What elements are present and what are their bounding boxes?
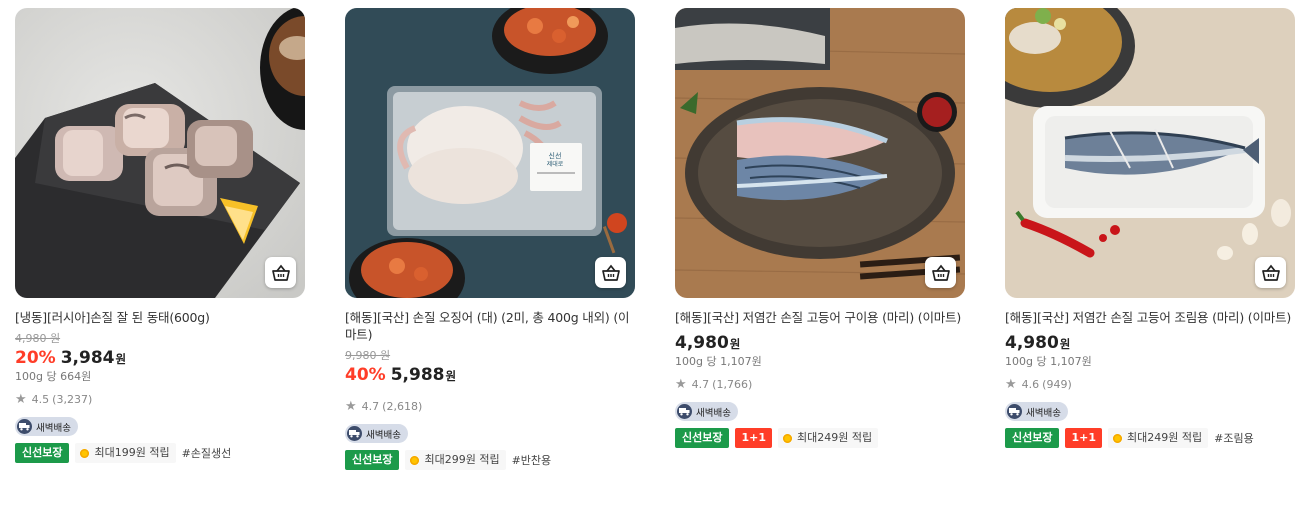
unit-price: 100g 당 664원 [15, 370, 92, 383]
basket-icon [601, 264, 620, 281]
sale-price: 3,984 [60, 348, 115, 368]
rating: ★ 4.7 (2,618) [345, 398, 635, 414]
fresh-guarantee-badge: 신선보장 [1005, 428, 1060, 448]
dawn-delivery-badge: 새벽배송 [15, 417, 78, 436]
product-title[interactable]: [냉동][러시아]손질 잘 된 동태(600g) [15, 309, 305, 326]
badge-row: 신선보장 최대299원 적립 #반찬용 [345, 450, 635, 470]
dawn-delivery-badge: 새벽배송 [675, 402, 738, 421]
currency-label: 원 [445, 369, 457, 383]
original-price: 4,980 원 [15, 332, 61, 345]
points-label: 최대199원 적립 [94, 446, 170, 459]
truck-icon [677, 404, 692, 419]
discount-rate: 20% [15, 348, 56, 368]
badge-row: 신선보장 1+1 최대249원 적립 #조림용 [1005, 428, 1295, 448]
points-label: 최대299원 적립 [424, 453, 500, 466]
one-plus-one-badge: 1+1 [735, 428, 773, 448]
unit-price: 100g 당 1,107원 [1005, 355, 1092, 368]
review-count: (2,618) [382, 400, 423, 413]
rating-score: 4.7 [361, 400, 380, 413]
price-row: 4,980 원 [675, 332, 965, 355]
rating: ★ 4.6 (949) [1005, 376, 1295, 392]
delivery-label: 새벽배송 [366, 429, 401, 441]
basket-icon [1261, 264, 1280, 281]
review-count: (949) [1042, 378, 1072, 391]
product-photo-mackerel-grill [675, 8, 965, 298]
coin-icon [410, 455, 420, 465]
basket-icon [931, 264, 950, 281]
dawn-delivery-badge: 새벽배송 [345, 424, 408, 443]
star-icon: ★ [345, 398, 357, 414]
product-image[interactable]: 신선 제대로 [345, 8, 635, 298]
price-row: 4,980 원 [1005, 332, 1295, 355]
points-label: 최대249원 적립 [797, 431, 873, 444]
coin-icon [80, 448, 90, 458]
fresh-guarantee-badge: 신선보장 [345, 450, 400, 470]
add-to-cart-button[interactable] [1255, 257, 1286, 288]
price-row: 20% 3,984 원 [15, 347, 305, 370]
product-title[interactable]: [해동][국산] 저염간 손질 고등어 구이용 (마리) (이마트) [675, 309, 965, 326]
product-card[interactable]: 신선 제대로 [해동][국산] 손질 오징어 (대) (2미, 총 400g 내… [345, 8, 635, 470]
points-badge: 최대249원 적립 [778, 428, 879, 448]
coin-icon [1113, 433, 1123, 443]
product-title[interactable]: [해동][국산] 손질 오징어 (대) (2미, 총 400g 내외) (이마트… [345, 309, 635, 343]
product-photo-squid: 신선 제대로 [345, 8, 635, 298]
fresh-guarantee-badge: 신선보장 [15, 443, 70, 463]
points-badge: 최대249원 적립 [1108, 428, 1209, 448]
product-photo-pollock [15, 8, 305, 298]
points-badge: 최대299원 적립 [405, 450, 506, 470]
discount-rate: 40% [345, 365, 386, 385]
basket-icon [271, 264, 290, 281]
sale-price: 4,980 [675, 333, 729, 353]
dawn-delivery-badge: 새벽배송 [1005, 402, 1068, 421]
sale-price: 4,980 [1005, 333, 1059, 353]
delivery-label: 새벽배송 [36, 422, 71, 434]
product-image[interactable] [15, 8, 305, 298]
package-label-line2: 제대로 [547, 160, 564, 168]
add-to-cart-button[interactable] [595, 257, 626, 288]
delivery-label: 새벽배송 [696, 407, 731, 419]
product-card[interactable]: [해동][국산] 저염간 손질 고등어 구이용 (마리) (이마트) 4,980… [675, 8, 965, 448]
product-grid: [냉동][러시아]손질 잘 된 동태(600g) 4,980 원 20% 3,9… [0, 0, 1307, 513]
currency-label: 원 [115, 352, 127, 366]
fresh-guarantee-badge: 신선보장 [675, 428, 730, 448]
delivery-label: 새벽배송 [1026, 407, 1061, 419]
currency-label: 원 [729, 337, 741, 351]
hashtag[interactable]: #손질생선 [182, 445, 232, 461]
product-card[interactable]: [냉동][러시아]손질 잘 된 동태(600g) 4,980 원 20% 3,9… [15, 8, 305, 463]
badge-row: 신선보장 최대199원 적립 #손질생선 [15, 443, 305, 463]
price-row: 40% 5,988 원 [345, 364, 635, 387]
badge-row: 신선보장 1+1 최대249원 적립 [675, 428, 965, 448]
add-to-cart-button[interactable] [265, 257, 296, 288]
hashtag[interactable]: #조림용 [1214, 430, 1254, 446]
truck-icon [17, 419, 32, 434]
review-count: (1,766) [712, 378, 753, 391]
product-image[interactable] [1005, 8, 1295, 298]
points-badge: 최대199원 적립 [75, 443, 176, 463]
product-photo-mackerel-braise [1005, 8, 1295, 298]
original-price: 9,980 원 [345, 349, 391, 362]
one-plus-one-badge: 1+1 [1065, 428, 1103, 448]
currency-label: 원 [1059, 337, 1071, 351]
rating-score: 4.5 [31, 393, 50, 406]
package-label-line1: 신선 [549, 151, 562, 160]
review-count: (3,237) [52, 393, 93, 406]
star-icon: ★ [15, 391, 27, 407]
unit-price: 100g 당 1,107원 [675, 355, 762, 368]
rating: ★ 4.5 (3,237) [15, 391, 305, 407]
add-to-cart-button[interactable] [925, 257, 956, 288]
coin-icon [783, 433, 793, 443]
points-label: 최대249원 적립 [1127, 431, 1203, 444]
rating-score: 4.7 [691, 378, 710, 391]
sale-price: 5,988 [390, 365, 445, 385]
star-icon: ★ [675, 376, 687, 392]
star-icon: ★ [1005, 376, 1017, 392]
hashtag[interactable]: #반찬용 [512, 452, 552, 468]
product-title[interactable]: [해동][국산] 저염간 손질 고등어 조림용 (마리) (이마트) [1005, 309, 1295, 326]
product-card[interactable]: [해동][국산] 저염간 손질 고등어 조림용 (마리) (이마트) 4,980… [1005, 8, 1295, 448]
product-image[interactable] [675, 8, 965, 298]
truck-icon [347, 426, 362, 441]
truck-icon [1007, 404, 1022, 419]
rating-score: 4.6 [1021, 378, 1040, 391]
rating: ★ 4.7 (1,766) [675, 376, 965, 392]
